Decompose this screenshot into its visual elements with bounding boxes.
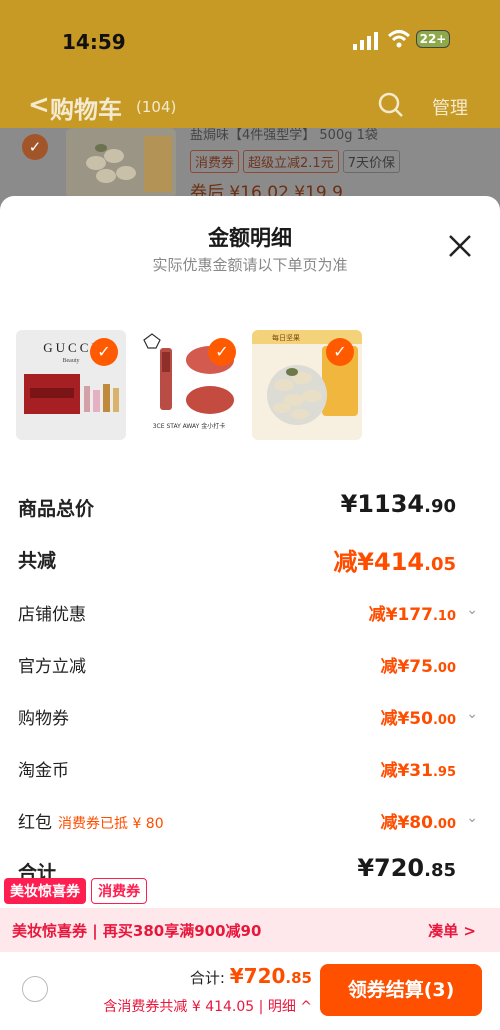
cart-header: 14:59 22+ < 购物车 (104) 管理	[0, 0, 500, 135]
total-discount-value: 减¥414.05	[333, 548, 456, 576]
sheet-subtitle: 实际优惠金额请以下单页为准	[152, 256, 348, 274]
chevron-down-icon[interactable]: ⌄	[466, 810, 478, 826]
page-title: 购物车	[50, 96, 122, 124]
product-check-icon[interactable]: ✓	[90, 338, 118, 366]
discount-detail-link[interactable]: 含消费券共减 ¥ 414.05 | 明细 ^	[103, 996, 312, 1016]
red-packet-label: 红包 消费券已抵 ¥ 80	[18, 813, 164, 833]
cart-count: (104)	[136, 98, 177, 116]
select-all-radio[interactable]	[22, 976, 48, 1002]
row-store-discount[interactable]: 店铺优惠 减¥177.10 ⌄	[18, 600, 478, 630]
signal-icon	[353, 32, 378, 50]
checkout-button[interactable]: 领券结算(3)	[320, 964, 482, 1016]
item-tag: 7天价保	[342, 150, 400, 173]
total-discount-label: 共减	[18, 550, 57, 572]
sum-line: 合计: ¥720.85	[189, 964, 312, 988]
beauty-coupon-tag: 美妆惊喜券	[4, 878, 86, 904]
item-tag: 超级立减2.1元	[243, 150, 339, 173]
item-check-icon[interactable]: ✓	[22, 134, 48, 160]
row-total-discount: 共减 减¥414.05	[18, 546, 478, 576]
gucci-brand-sub: Beauty	[63, 358, 80, 364]
row-taobao-coins: 淘金币 减¥31.95	[18, 756, 478, 786]
row-shopping-coupon[interactable]: 购物券 减¥50.00 ⌄	[18, 704, 478, 734]
shopping-coupon-value: 减¥50.00	[380, 709, 456, 729]
sum-amount: ¥720.85	[229, 964, 312, 988]
chevron-down-icon[interactable]: ⌄	[466, 706, 478, 722]
product-check-icon[interactable]: ✓	[326, 338, 354, 366]
item-tag: 消费券	[190, 150, 240, 173]
product-thumb-lipstick[interactable]: 3CE STAY AWAY 金小打卡 ✓	[134, 330, 244, 440]
coupon-tags: 美妆惊喜券 消费券	[4, 878, 148, 904]
promo-text: 美妆惊喜券 | 再买380享满900减90	[12, 922, 262, 940]
coins-label: 淘金币	[18, 761, 69, 781]
row-official-discount: 官方立减 减¥75.00	[18, 652, 478, 682]
official-discount-label: 官方立减	[18, 657, 86, 677]
lipstick-caption: 3CE STAY AWAY 金小打卡	[153, 422, 226, 430]
price-detail-sheet: 金额明细 实际优惠金额请以下单页为准 GUCCI Beauty ✓ 3CE ST…	[0, 196, 500, 1030]
coins-value: 减¥31.95	[380, 761, 456, 781]
nav-bar: < 购物车 (104) 管理	[0, 88, 500, 128]
add-items-link[interactable]: 凑单 >	[428, 920, 476, 941]
product-check-icon[interactable]: ✓	[208, 338, 236, 366]
official-discount-value: 减¥75.00	[380, 657, 456, 677]
store-discount-label: 店铺优惠	[18, 605, 86, 625]
seeds-caption: 每日坚果	[272, 333, 300, 342]
status-time: 14:59	[62, 30, 126, 54]
store-discount-value: 减¥177.10	[368, 605, 456, 625]
item-title: 盐焗味【4件强型学】 500g 1袋	[190, 128, 378, 143]
row-red-packet[interactable]: 红包 消费券已抵 ¥ 80 减¥80.00 ⌄	[18, 808, 478, 838]
status-bar: 14:59 22+	[0, 24, 500, 60]
promo-bar: 美妆惊喜券 | 再买380享满900减90 凑单 >	[0, 908, 500, 952]
total-value: ¥720.85	[357, 854, 456, 882]
item-thumbnail	[66, 128, 176, 198]
battery-icon: 22+	[416, 30, 450, 48]
red-packet-value: 减¥80.00	[380, 813, 456, 833]
chevron-down-icon[interactable]: ⌄	[466, 602, 478, 618]
product-thumb-gucci[interactable]: GUCCI Beauty ✓	[16, 330, 126, 440]
item-tags: 消费券 超级立减2.1元 7天价保	[190, 150, 404, 173]
back-button[interactable]: <	[28, 90, 50, 120]
product-thumb-seeds[interactable]: 每日坚果 ✓	[252, 330, 362, 440]
wifi-icon	[388, 30, 410, 48]
red-packet-note: 消费券已抵 ¥ 80	[58, 816, 164, 832]
shopping-coupon-label: 购物券	[18, 709, 69, 729]
close-icon[interactable]	[446, 232, 474, 260]
checkout-bar: 合计: ¥720.85 含消费券共减 ¥ 414.05 | 明细 ^ 领券结算(…	[0, 952, 500, 1030]
sheet-title: 金额明细	[208, 226, 292, 250]
manage-button[interactable]: 管理	[432, 94, 468, 120]
consumer-coupon-tag: 消费券	[91, 878, 148, 904]
subtotal-label: 商品总价	[18, 498, 95, 520]
search-icon[interactable]	[378, 92, 404, 118]
row-subtotal: 商品总价 ¥1134.90	[18, 490, 478, 524]
subtotal-value: ¥1134.90	[340, 490, 456, 518]
